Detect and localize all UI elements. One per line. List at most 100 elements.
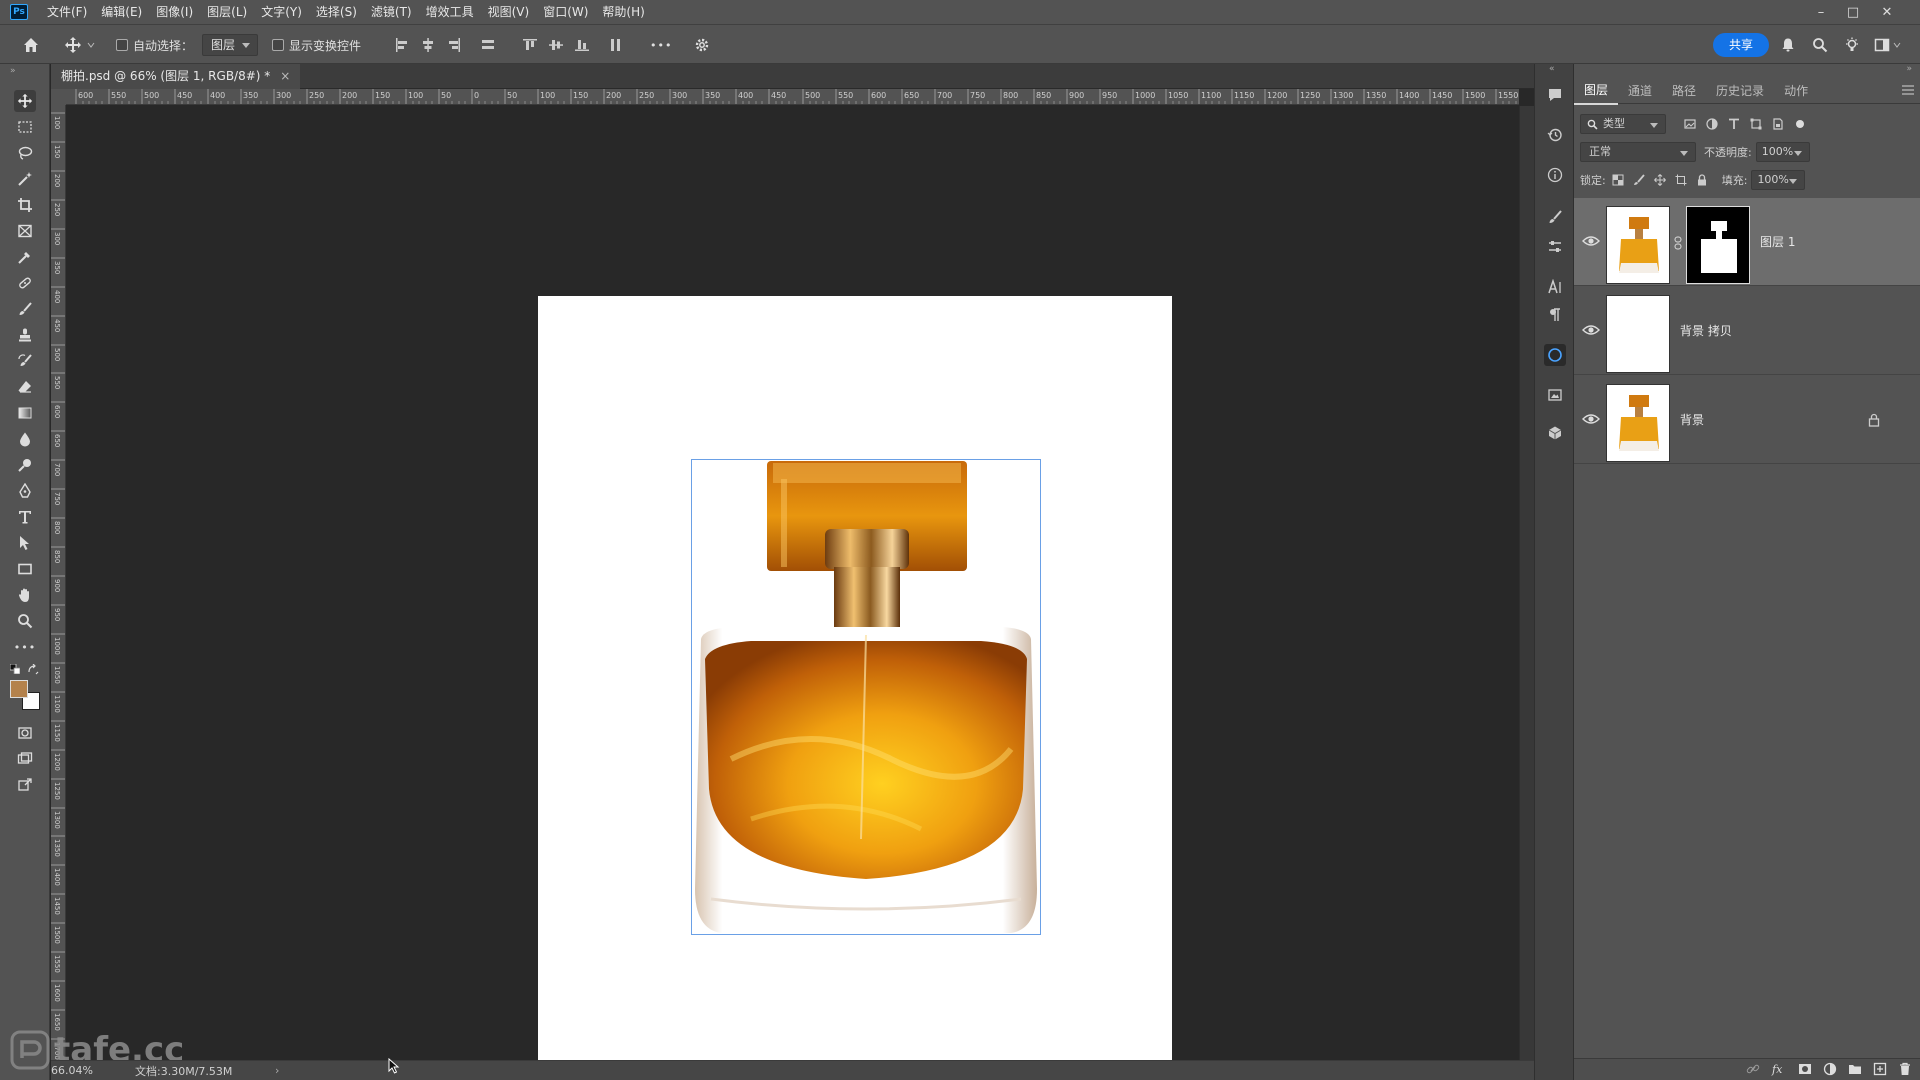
document-tab[interactable]: 棚拍.psd @ 66% (图层 1, RGB/8#) * × <box>51 64 301 89</box>
trash-icon[interactable] <box>1898 1062 1912 1076</box>
quick-mask-button[interactable] <box>14 722 36 744</box>
home-button[interactable] <box>22 25 40 65</box>
status-menu-arrow[interactable]: › <box>275 1064 279 1077</box>
lock-icon[interactable] <box>1868 413 1880 427</box>
maximize-button[interactable]: □ <box>1838 0 1868 24</box>
opacity-input[interactable]: 100% <box>1755 142 1810 162</box>
fill-input[interactable]: 100% <box>1751 170 1806 190</box>
menu-item-3[interactable]: 图层(L) <box>200 0 254 24</box>
minimize-button[interactable]: – <box>1806 0 1836 24</box>
artboard-export-button[interactable] <box>14 774 36 796</box>
close-tab-icon[interactable]: × <box>280 64 290 89</box>
shape-filter-icon[interactable] <box>1750 118 1762 130</box>
zoom-level[interactable]: 66.04% <box>51 1064 131 1077</box>
eye-icon[interactable] <box>1582 321 1600 339</box>
menu-item-0[interactable]: 文件(F) <box>40 0 94 24</box>
hand-tool[interactable] <box>14 584 36 606</box>
eraser-tool[interactable] <box>14 376 36 398</box>
new-group-icon[interactable] <box>1848 1062 1862 1076</box>
distribute-vertical-icon[interactable] <box>608 37 624 53</box>
lock-artboard-icon[interactable] <box>1675 174 1687 186</box>
paragraph-panel-button[interactable] <box>1544 304 1566 326</box>
align-center-icon[interactable] <box>420 37 436 53</box>
rectangle-tool[interactable] <box>14 558 36 580</box>
blend-mode-dropdown[interactable]: 正常 <box>1580 142 1696 162</box>
menu-item-7[interactable]: 增效工具 <box>419 0 481 24</box>
collapse-layers-icon[interactable]: » <box>1906 64 1912 74</box>
smart-object-filter-icon[interactable] <box>1772 118 1784 130</box>
menu-item-8[interactable]: 视图(V) <box>481 0 537 24</box>
panel-menu-button[interactable] <box>1902 85 1914 95</box>
fx-icon[interactable]: fx <box>1771 1062 1787 1076</box>
close-button[interactable]: ✕ <box>1872 0 1902 24</box>
show-transform-box[interactable] <box>272 39 284 51</box>
menu-item-6[interactable]: 滤镜(T) <box>364 0 419 24</box>
share-button[interactable]: 共享 <box>1713 33 1770 57</box>
zoom-tool[interactable] <box>14 610 36 632</box>
menu-item-10[interactable]: 帮助(H) <box>595 0 651 24</box>
new-layer-icon[interactable] <box>1873 1062 1887 1076</box>
show-transform-checkbox[interactable]: 显示变换控件 <box>272 25 361 65</box>
lock-all-icon[interactable] <box>1696 174 1708 186</box>
foreground-color-swatch[interactable] <box>10 680 28 698</box>
canvas-area[interactable] <box>66 106 1519 1060</box>
notifications-button[interactable] <box>1780 25 1796 65</box>
align-right-icon[interactable] <box>446 37 462 53</box>
layer-filter-dropdown[interactable]: 类型 <box>1580 114 1666 134</box>
edit-toolbar-button[interactable]: ••• <box>14 636 36 658</box>
align-middle-icon[interactable] <box>548 37 564 53</box>
pen-tool[interactable] <box>14 480 36 502</box>
dodge-tool[interactable] <box>14 454 36 476</box>
type-filter-icon[interactable] <box>1728 118 1740 130</box>
screen-mode-button[interactable] <box>14 748 36 770</box>
vertical-ruler[interactable]: 100 150 200 250 300 350 400 450 500 550 600 650 700 7… <box>51 105 66 1060</box>
layer-thumbnail[interactable] <box>1606 384 1670 462</box>
settings-button[interactable] <box>694 25 710 65</box>
history-brush-tool[interactable] <box>14 350 36 372</box>
layer-row-background-copy[interactable]: 背景 拷贝 <box>1574 287 1920 375</box>
adjustment-layer-icon[interactable] <box>1823 1062 1837 1076</box>
lock-transparent-icon[interactable] <box>1612 174 1624 186</box>
ruler-origin[interactable] <box>51 89 66 105</box>
type-tool[interactable] <box>14 506 36 528</box>
layer-row-background[interactable]: 背景 <box>1574 376 1920 464</box>
collapse-panels-icon[interactable]: « <box>1549 64 1555 74</box>
brush-tool[interactable] <box>14 298 36 320</box>
path-selection-tool[interactable] <box>14 532 36 554</box>
tab-layers[interactable]: 图层 <box>1574 77 1619 105</box>
comments-panel-button[interactable] <box>1544 84 1566 106</box>
eye-icon[interactable] <box>1582 410 1600 428</box>
libraries-panel-button[interactable] <box>1544 344 1566 366</box>
history-panel-button[interactable] <box>1544 124 1566 146</box>
more-options-button[interactable]: ••• <box>650 25 672 65</box>
menu-item-9[interactable]: 窗口(W) <box>536 0 595 24</box>
discover-button[interactable] <box>1844 25 1860 65</box>
layer-mask-thumbnail[interactable] <box>1686 206 1750 284</box>
layer-name[interactable]: 背景 拷贝 <box>1680 287 1732 375</box>
search-button[interactable] <box>1812 25 1828 65</box>
healing-brush-tool[interactable] <box>14 272 36 294</box>
marquee-tool[interactable] <box>14 116 36 138</box>
move-tool[interactable] <box>14 90 36 112</box>
align-top-icon[interactable] <box>522 37 538 53</box>
lasso-tool[interactable] <box>14 142 36 164</box>
brush-settings-panel-button[interactable] <box>1544 206 1566 228</box>
magic-wand-tool[interactable] <box>14 168 36 190</box>
tab-actions[interactable]: 动作 <box>1774 78 1818 104</box>
align-left-icon[interactable] <box>394 37 410 53</box>
lock-position-icon[interactable] <box>1653 174 1666 186</box>
eye-icon[interactable] <box>1582 232 1600 250</box>
layer-name[interactable]: 图层 1 <box>1760 198 1795 286</box>
auto-select-target-dropdown[interactable]: 图层 <box>202 34 259 56</box>
layer-thumbnail[interactable] <box>1606 206 1670 284</box>
menu-item-5[interactable]: 选择(S) <box>309 0 364 24</box>
pixel-filter-icon[interactable] <box>1684 118 1696 130</box>
info-panel-button[interactable] <box>1544 164 1566 186</box>
layer-name[interactable]: 背景 <box>1680 376 1704 464</box>
blur-tool[interactable] <box>14 428 36 450</box>
lock-pixels-icon[interactable] <box>1633 174 1645 186</box>
adjustments-panel-button[interactable] <box>1544 236 1566 258</box>
frame-tool[interactable] <box>14 220 36 242</box>
swap-colors-icon[interactable] <box>28 664 39 675</box>
crop-tool[interactable] <box>14 194 36 216</box>
